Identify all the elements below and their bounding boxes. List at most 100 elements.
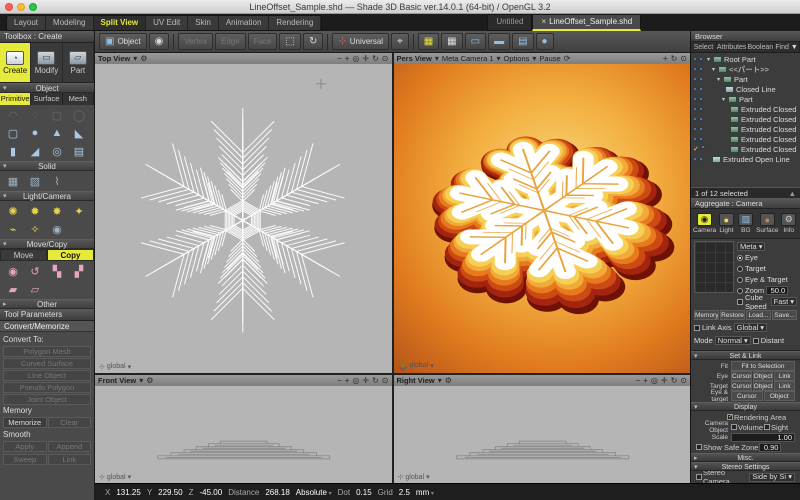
checkbox-icon[interactable] xyxy=(731,424,737,430)
tree-row-extruded-1[interactable]: Extruded Closed xyxy=(691,104,800,114)
smooth-append-button[interactable]: Append xyxy=(48,441,92,452)
rotate-view-button[interactable]: ↻ xyxy=(303,33,323,50)
doc-tab-lineoffset[interactable]: ×LineOffset_Sample.shd xyxy=(532,14,641,31)
quad-view-button[interactable]: ▦ xyxy=(418,33,439,50)
view-menu-icon[interactable]: ▾ xyxy=(438,376,442,385)
options-menu[interactable]: Options xyxy=(504,54,530,63)
visibility-toggles[interactable]: ✓ xyxy=(691,145,707,153)
front-view-canvas[interactable]: ⊹global▾ xyxy=(95,386,392,483)
copy-button[interactable]: Copy xyxy=(47,249,94,261)
radio-icon[interactable] xyxy=(737,288,743,294)
area-light-icon[interactable]: ✦ xyxy=(68,202,90,220)
spot-light-icon[interactable]: ✹ xyxy=(24,202,46,220)
orbit-icon[interactable]: ↻ xyxy=(372,54,379,63)
zoom-tool-icon[interactable]: ⊙ xyxy=(680,54,687,63)
misc-section-header[interactable]: ▸Misc. xyxy=(691,453,800,462)
tree-row-part[interactable]: ▾Part xyxy=(691,74,800,84)
zoom-tool-icon[interactable]: ⊙ xyxy=(680,376,687,385)
visibility-toggles[interactable] xyxy=(691,107,707,111)
smooth-sweep-button[interactable]: Sweep xyxy=(3,454,47,465)
eye-object-button[interactable]: Object xyxy=(753,371,774,381)
other-section-header[interactable]: ▸Other xyxy=(0,299,94,309)
tab-primitive[interactable]: Primitive xyxy=(0,93,31,105)
meta-camera-dropdown[interactable]: Meta▾ xyxy=(737,242,765,251)
eye-link-button[interactable]: Link xyxy=(774,371,795,381)
eyetarget-object-button[interactable]: Object xyxy=(764,391,796,401)
universal-manipulator-button[interactable]: ⊹Universal xyxy=(332,33,389,50)
checkbox-icon[interactable] xyxy=(764,424,770,430)
restore-button[interactable]: Restore xyxy=(720,310,745,320)
visibility-toggles[interactable] xyxy=(691,97,707,101)
tree-row-extruded-5[interactable]: ✓Extruded Closed xyxy=(691,144,800,154)
tree-row-extruded-open-line[interactable]: Extruded Open Line xyxy=(691,154,800,164)
visibility-toggles[interactable] xyxy=(691,117,707,121)
refresh-icon[interactable]: ⟳ xyxy=(564,54,571,63)
eyetarget-cursor-button[interactable]: Cursor xyxy=(731,391,763,401)
memorize-button[interactable]: Memorize xyxy=(3,417,47,428)
pers-view-title[interactable]: Pers View xyxy=(397,54,432,63)
grid-toggle-button[interactable]: ▦ xyxy=(441,33,462,50)
eye-target-radio-row[interactable]: Eye & Target xyxy=(737,274,797,285)
wedge-tool-icon[interactable]: ◣ xyxy=(68,124,90,142)
eye-cursor-button[interactable]: Cursor xyxy=(731,371,752,381)
tab-animation[interactable]: Animation xyxy=(219,16,270,30)
curve-tool-icon[interactable]: ◠ xyxy=(2,106,24,124)
pick-tool-button[interactable]: ⌖ xyxy=(391,33,409,50)
tree-row-extruded-4[interactable]: Extruded Closed xyxy=(691,134,800,144)
radio-icon[interactable] xyxy=(737,277,743,283)
pan-icon[interactable]: ✛ xyxy=(362,376,369,385)
cone-tool-icon[interactable]: ▲ xyxy=(46,124,68,142)
radio-icon[interactable] xyxy=(737,255,743,261)
pers-camera-selector[interactable]: Meta Camera 1 xyxy=(442,54,494,63)
move-copy-section-header[interactable]: ▾Move/Copy xyxy=(0,239,94,249)
gear-icon[interactable]: ⚙ xyxy=(445,376,452,385)
tab-uv-edit[interactable]: UV Edit xyxy=(146,16,188,30)
convert-polygon-mesh-button[interactable]: Polygon Mesh xyxy=(3,346,91,357)
zoom-in-icon[interactable]: + xyxy=(643,376,648,385)
target-radio-row[interactable]: Target xyxy=(737,263,797,274)
distant-light-icon[interactable]: ✸ xyxy=(46,202,68,220)
visibility-toggles[interactable] xyxy=(691,77,707,81)
magnifier-icon[interactable]: ◎ xyxy=(352,54,359,63)
zoom-out-icon[interactable]: − xyxy=(636,376,641,385)
target-link-button[interactable]: Link xyxy=(774,381,795,391)
tree-row-extruded-3[interactable]: Extruded Closed xyxy=(691,124,800,134)
pers-view-canvas[interactable]: global▾ xyxy=(394,64,691,373)
magnifier-icon[interactable]: ◎ xyxy=(352,376,359,385)
solid-revolve-icon[interactable]: ⌇ xyxy=(46,172,68,190)
doc-tab-untitled[interactable]: Untitled xyxy=(487,14,532,31)
ramp-tool-icon[interactable]: ◢ xyxy=(24,142,46,160)
solid-box-icon[interactable]: ▦ xyxy=(2,172,24,190)
right-view-canvas[interactable]: ⊹global▾ xyxy=(394,386,691,483)
checkbox-icon[interactable] xyxy=(696,474,702,480)
tab-modeling[interactable]: Modeling xyxy=(46,16,93,30)
browser-tab-select[interactable]: Select xyxy=(691,42,717,52)
pan-icon[interactable]: ✛ xyxy=(362,54,369,63)
object-section-header[interactable]: ▾Object xyxy=(0,83,94,93)
pause-button[interactable]: Pause xyxy=(539,54,560,63)
stereo-camera-row[interactable]: Stereo CameraSide by Side▾ xyxy=(694,472,797,482)
orbit-icon[interactable]: ↻ xyxy=(671,54,678,63)
top-view-title[interactable]: Top View xyxy=(98,54,130,63)
tree-row-root-part[interactable]: ▾Root Part xyxy=(691,54,800,64)
aggregate-tab-info[interactable]: ⚙Info xyxy=(780,213,798,234)
camera-object-icon[interactable]: ◉ xyxy=(46,220,68,238)
chevron-down-icon[interactable]: ▾ xyxy=(128,473,132,481)
memory-button[interactable]: Memory xyxy=(694,310,719,320)
zoom-value-field[interactable]: 50.0 xyxy=(766,286,788,295)
tab-rendering[interactable]: Rendering xyxy=(269,16,321,30)
array-tool-icon[interactable]: ▱ xyxy=(24,280,46,298)
orbit-icon[interactable]: ↻ xyxy=(372,376,379,385)
zoom-tool-icon[interactable]: ⊙ xyxy=(382,54,389,63)
marquee-select-button[interactable]: ⬚ xyxy=(279,33,300,50)
tab-surface[interactable]: Surface xyxy=(31,93,62,105)
convert-pseudo-polygon-button[interactable]: Pseudo Polygon xyxy=(3,382,91,393)
shaded-display-button[interactable]: ▬ xyxy=(488,33,510,50)
camera-toolbar-button[interactable]: ◉ xyxy=(149,33,170,50)
set-link-section-header[interactable]: ▾Set & Link xyxy=(691,351,800,360)
target-cursor-button[interactable]: Cursor xyxy=(731,381,752,391)
collapse-icon[interactable]: ▲ xyxy=(789,189,796,198)
eye-radio-row[interactable]: Eye xyxy=(737,252,797,263)
tree-row-jp-part[interactable]: ▾<<パート>> xyxy=(691,64,800,74)
solid-section-header[interactable]: ▾Solid xyxy=(0,161,94,171)
